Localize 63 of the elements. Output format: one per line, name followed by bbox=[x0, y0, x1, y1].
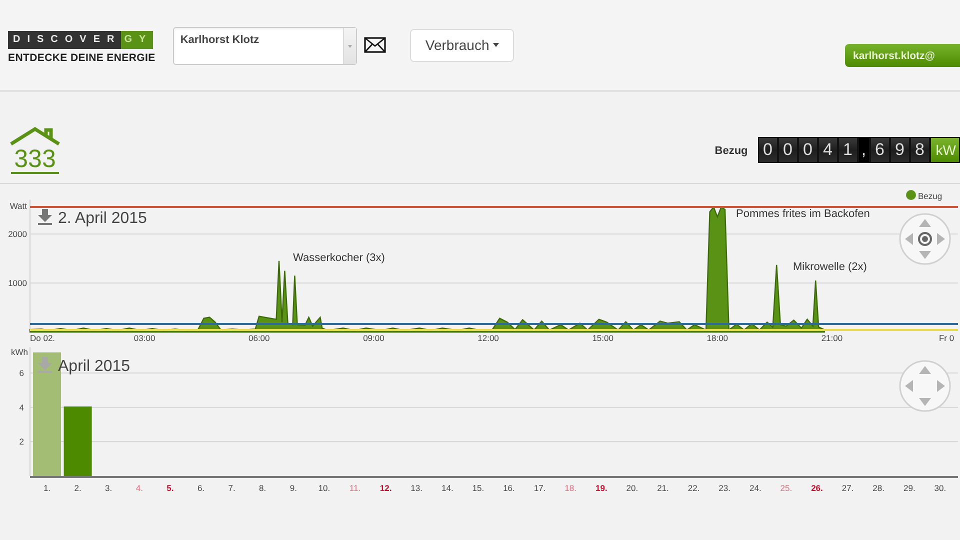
counter-unit: kW bbox=[930, 138, 959, 162]
mail-icon[interactable] bbox=[364, 37, 386, 53]
caret-icon bbox=[493, 43, 500, 47]
y-axis-label: 4 bbox=[19, 402, 24, 412]
x-axis-label: 24. bbox=[749, 483, 762, 493]
x-axis-label: 5. bbox=[166, 483, 174, 493]
x-axis-label: 6. bbox=[197, 483, 205, 493]
x-axis-label: 8. bbox=[259, 483, 266, 493]
x-axis-label: 28. bbox=[872, 483, 885, 493]
x-axis-label: 4. bbox=[136, 483, 143, 493]
x-axis-label: 19. bbox=[595, 483, 608, 493]
logo-tagline: ENTDECKE DEINE ENERGIE bbox=[8, 52, 156, 64]
x-axis-label: 12. bbox=[380, 483, 392, 493]
x-axis-label: 03:00 bbox=[134, 333, 156, 343]
x-axis-label: 9. bbox=[290, 483, 297, 493]
y-axis-label: 2000 bbox=[8, 229, 27, 239]
x-axis-label: 11. bbox=[349, 483, 361, 493]
x-axis-label: Fr 0 bbox=[938, 333, 954, 343]
meter-select[interactable]: Karlhorst Klotz bbox=[173, 27, 358, 65]
x-axis-label: 21. bbox=[657, 483, 669, 493]
x-axis-label: 12:00 bbox=[478, 333, 499, 343]
x-axis-label: 18:00 bbox=[706, 333, 728, 343]
x-axis-label: 06:00 bbox=[248, 333, 270, 343]
caret-icon bbox=[348, 44, 352, 48]
meter-counter: 0 0 0 4 1 , 6 9 8 bbox=[758, 138, 929, 162]
x-axis-label: 29. bbox=[903, 483, 916, 493]
roof-icon bbox=[8, 126, 62, 146]
x-axis-label: 15:00 bbox=[592, 333, 614, 343]
x-axis-label: Do 02. bbox=[30, 333, 56, 343]
view-dropdown-button[interactable]: Verbrauch bbox=[410, 28, 514, 62]
legend-label: Bezug bbox=[918, 191, 942, 201]
x-axis-label: 23. bbox=[718, 483, 731, 493]
meter-label: Bezug bbox=[714, 145, 748, 157]
x-axis-label: 16. bbox=[503, 483, 515, 493]
y-axis-title: Watt bbox=[10, 201, 27, 211]
chart-annotation: Pommes frites im Backofen bbox=[736, 208, 870, 220]
chart-annotation: Wasserkocher (3x) bbox=[293, 252, 385, 264]
chart-annotation: Mikrowelle (2x) bbox=[793, 261, 867, 273]
x-axis-label: 7. bbox=[228, 483, 236, 493]
x-axis-label: 13. bbox=[410, 483, 423, 493]
chart-title: 2. April 2015 bbox=[58, 210, 147, 227]
y-axis-label: 1000 bbox=[8, 278, 27, 288]
y-axis-label: 6 bbox=[19, 368, 24, 378]
house-number: 333 bbox=[11, 146, 59, 174]
x-axis-label: 1. bbox=[43, 483, 51, 493]
x-axis-label: 25. bbox=[780, 483, 792, 493]
x-axis-label: 21:00 bbox=[821, 333, 843, 343]
x-axis-label: 3. bbox=[105, 483, 112, 493]
x-axis-label: 14. bbox=[441, 483, 454, 493]
x-axis-label: 17. bbox=[534, 483, 546, 493]
x-axis-label: 09:00 bbox=[363, 333, 384, 343]
y-axis-title: kWh bbox=[11, 347, 28, 357]
x-axis-label: 26. bbox=[811, 483, 823, 493]
x-axis-label: 10. bbox=[318, 483, 330, 493]
logo-wordmark: DISCOVER GY bbox=[8, 30, 153, 48]
x-axis-label: 2. bbox=[74, 483, 82, 493]
y-axis-label: 2 bbox=[19, 436, 24, 447]
x-axis-label: 20. bbox=[626, 483, 638, 493]
x-axis-label: 30. bbox=[934, 483, 946, 493]
x-axis-label: 27. bbox=[842, 483, 854, 493]
x-axis-label: 22. bbox=[688, 483, 700, 493]
x-axis-label: 15. bbox=[472, 483, 484, 493]
x-axis-label: 18. bbox=[564, 483, 577, 493]
